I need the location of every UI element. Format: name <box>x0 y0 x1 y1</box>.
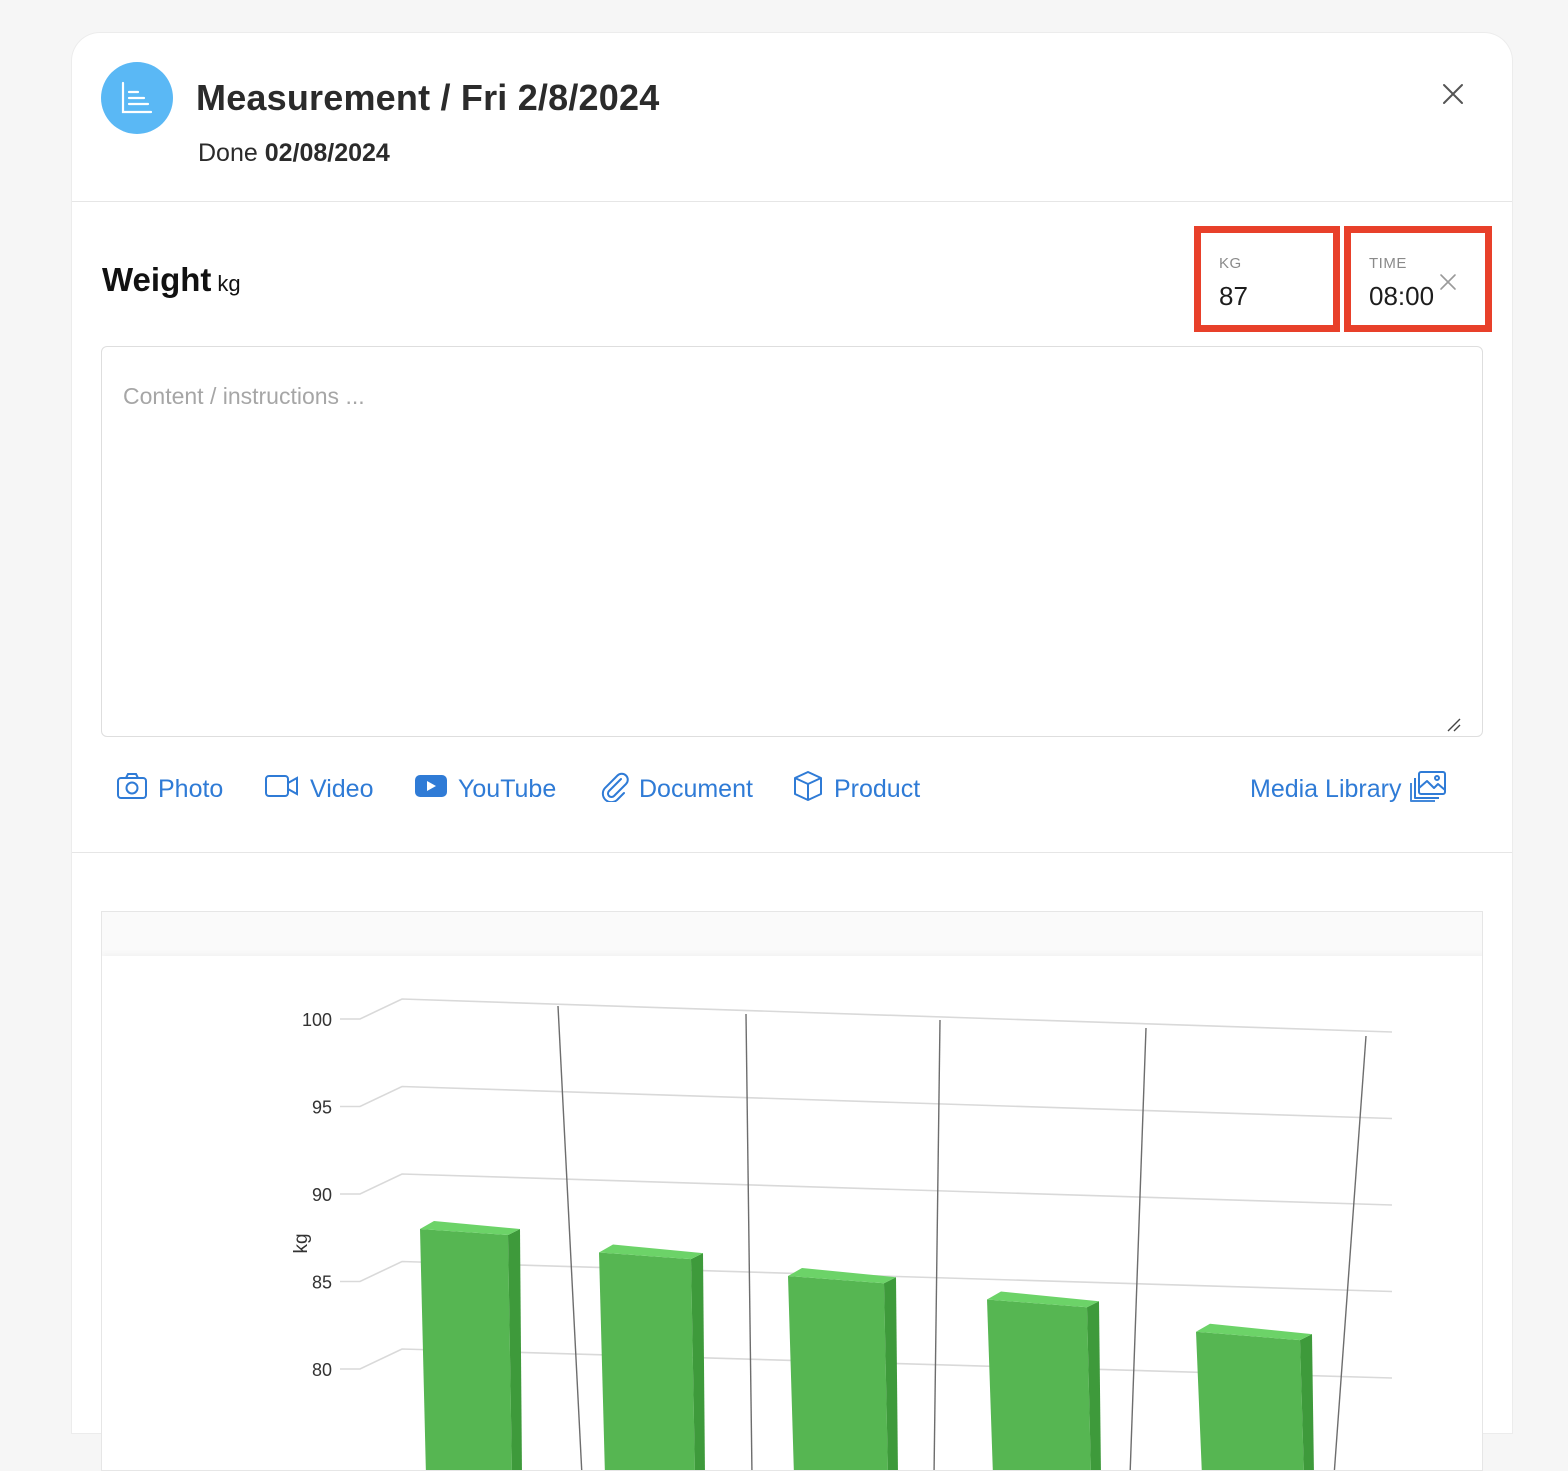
youtube-label: YouTube <box>458 775 556 804</box>
kg-label: KG <box>1219 255 1242 272</box>
resize-handle-icon[interactable] <box>1442 713 1462 733</box>
add-product-button[interactable]: Product <box>792 771 920 807</box>
kg-field[interactable]: KG <box>1194 226 1340 332</box>
y-axis-label: kg <box>291 1233 312 1253</box>
close-icon[interactable] <box>1438 79 1468 109</box>
bar <box>420 1229 512 1471</box>
content-textarea[interactable] <box>101 346 1483 737</box>
y-tick-label: 85 <box>312 1273 332 1293</box>
bar <box>788 1276 888 1471</box>
media-library-button[interactable]: Media Library <box>1250 771 1457 807</box>
gridline <box>340 1087 1392 1119</box>
y-tick-label: 80 <box>312 1360 332 1380</box>
gridline <box>340 999 1392 1032</box>
y-tick-label: 100 <box>302 1010 332 1030</box>
measurement-title: Weightkg <box>102 261 241 299</box>
chart-divider-line <box>558 1006 582 1471</box>
youtube-icon <box>414 774 458 805</box>
status-label: Done <box>198 139 258 167</box>
status-date: 02/08/2024 <box>265 139 390 167</box>
weight-chart-card: 100 95 90 85 80 kg <box>101 911 1483 1471</box>
photo-label: Photo <box>158 775 223 804</box>
y-tick-label: 95 <box>312 1098 332 1118</box>
y-tick-label: 90 <box>312 1185 332 1205</box>
chart-divider-line <box>1334 1036 1366 1471</box>
gallery-icon <box>1409 770 1457 809</box>
weight-bar-chart: 100 95 90 85 80 kg <box>102 956 1483 1471</box>
time-label: TIME <box>1369 255 1407 272</box>
time-field[interactable]: TIME <box>1344 226 1492 332</box>
kg-input[interactable] <box>1219 281 1319 312</box>
chart-icon <box>101 62 173 134</box>
status-line: Done 02/08/2024 <box>198 139 390 168</box>
chart-area: 100 95 90 85 80 kg <box>102 956 1483 1471</box>
dialog-title: Measurement / Fri 2/8/2024 <box>196 77 659 119</box>
camera-icon <box>116 771 158 808</box>
video-camera-icon <box>264 773 310 806</box>
media-divider <box>72 852 1512 853</box>
document-label: Document <box>639 775 753 804</box>
add-video-button[interactable]: Video <box>264 771 374 807</box>
bar <box>1196 1332 1304 1471</box>
add-youtube-button[interactable]: YouTube <box>414 771 556 807</box>
measurement-name: Weight <box>102 261 211 298</box>
measurement-unit: kg <box>217 271 240 296</box>
bar <box>599 1253 695 1471</box>
add-photo-button[interactable]: Photo <box>116 771 223 807</box>
box-icon <box>792 770 834 809</box>
gridline <box>340 1174 1392 1205</box>
chart-divider-line <box>1130 1028 1146 1471</box>
paperclip-icon <box>599 770 639 809</box>
video-label: Video <box>310 775 374 804</box>
chart-divider-line <box>934 1020 940 1471</box>
product-label: Product <box>834 775 920 804</box>
clear-time-icon[interactable] <box>1437 271 1459 293</box>
chart-divider-line <box>746 1014 752 1471</box>
media-library-label: Media Library <box>1250 775 1401 804</box>
bar <box>987 1300 1091 1471</box>
add-document-button[interactable]: Document <box>599 771 753 807</box>
header-divider <box>72 201 1512 202</box>
measurement-dialog: Measurement / Fri 2/8/2024 Done 02/08/20… <box>72 33 1512 1433</box>
